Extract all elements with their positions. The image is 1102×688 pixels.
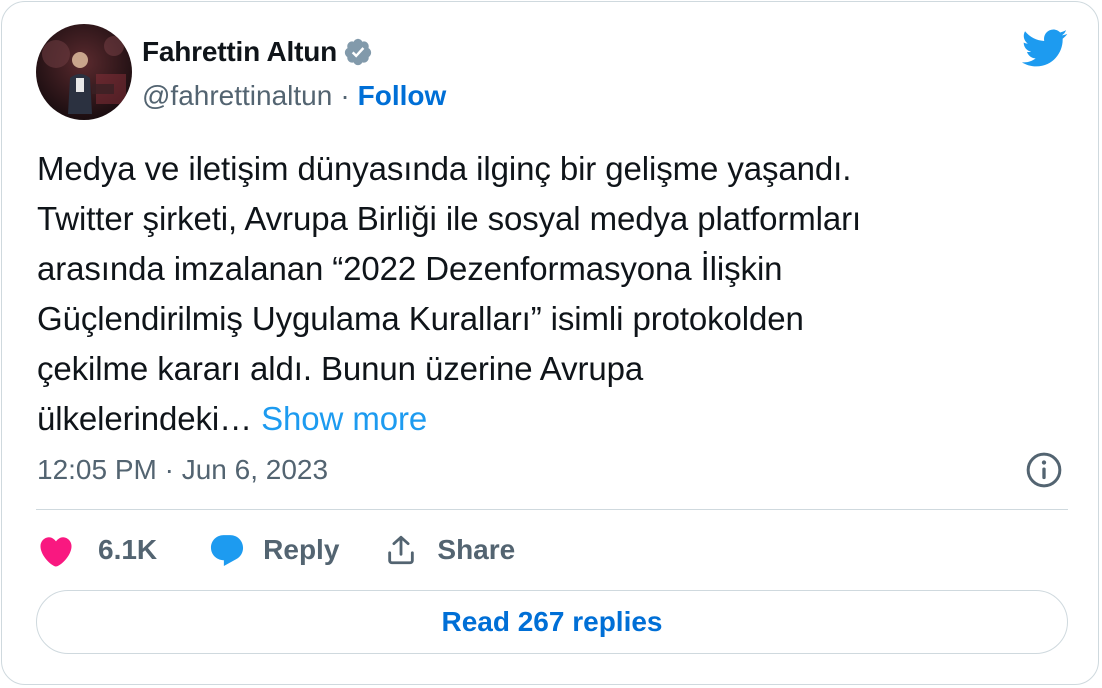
verified-badge-icon xyxy=(343,37,373,67)
reply-button[interactable]: Reply xyxy=(207,530,339,570)
reply-label: Reply xyxy=(263,534,340,565)
tweet-line: Güçlendirilmiş Uygulama Kuralları” isiml… xyxy=(37,300,804,337)
tweet-line-last: ülkelerindeki… Show more xyxy=(37,394,1047,444)
twitter-bird-icon[interactable] xyxy=(1020,28,1068,68)
show-more-link[interactable]: Show more xyxy=(261,400,427,437)
author-name[interactable]: Fahrettin Altun xyxy=(142,36,337,68)
like-button[interactable]: 6.1K xyxy=(36,530,157,570)
share-upload-icon xyxy=(381,530,421,570)
tweet-line: Medya ve iletişim dünyasında ilginç bir … xyxy=(37,150,852,187)
share-button[interactable]: Share xyxy=(381,530,515,570)
tweet-card: Fahrettin Altun @fahrettinaltun · Follow… xyxy=(1,1,1099,685)
avatar[interactable] xyxy=(36,24,132,120)
like-count: 6.1K xyxy=(98,534,158,565)
heart-icon xyxy=(36,530,76,570)
author-handle[interactable]: @fahrettinaltun xyxy=(142,80,332,112)
divider xyxy=(36,509,1068,510)
action-bar: 6.1K Reply Share xyxy=(36,528,515,572)
read-replies-button[interactable]: Read 267 replies xyxy=(36,590,1068,654)
info-icon[interactable] xyxy=(1024,450,1064,490)
tweet-line: çekilme kararı aldı. Bunun üzerine Avrup… xyxy=(37,350,644,387)
follow-button[interactable]: Follow xyxy=(358,80,447,112)
avatar-photo xyxy=(36,24,132,120)
reply-bubble-icon xyxy=(207,530,247,570)
tweet-line: Twitter şirketi, Avrupa Birliği ile sosy… xyxy=(37,200,862,237)
tweet-timestamp[interactable]: 12:05 PM · Jun 6, 2023 xyxy=(37,450,328,490)
tweet-text: Medya ve iletişim dünyasında ilginç bir … xyxy=(37,144,1047,444)
share-label: Share xyxy=(437,534,516,565)
tweet-line: arasında imzalanan “2022 Dezenformasyona… xyxy=(37,250,783,287)
tweet-line-truncated: ülkelerindeki… xyxy=(37,400,253,437)
separator-dot: · xyxy=(340,80,350,111)
handle-row: @fahrettinaltun · Follow xyxy=(142,76,446,116)
author-name-row[interactable]: Fahrettin Altun xyxy=(142,32,373,72)
